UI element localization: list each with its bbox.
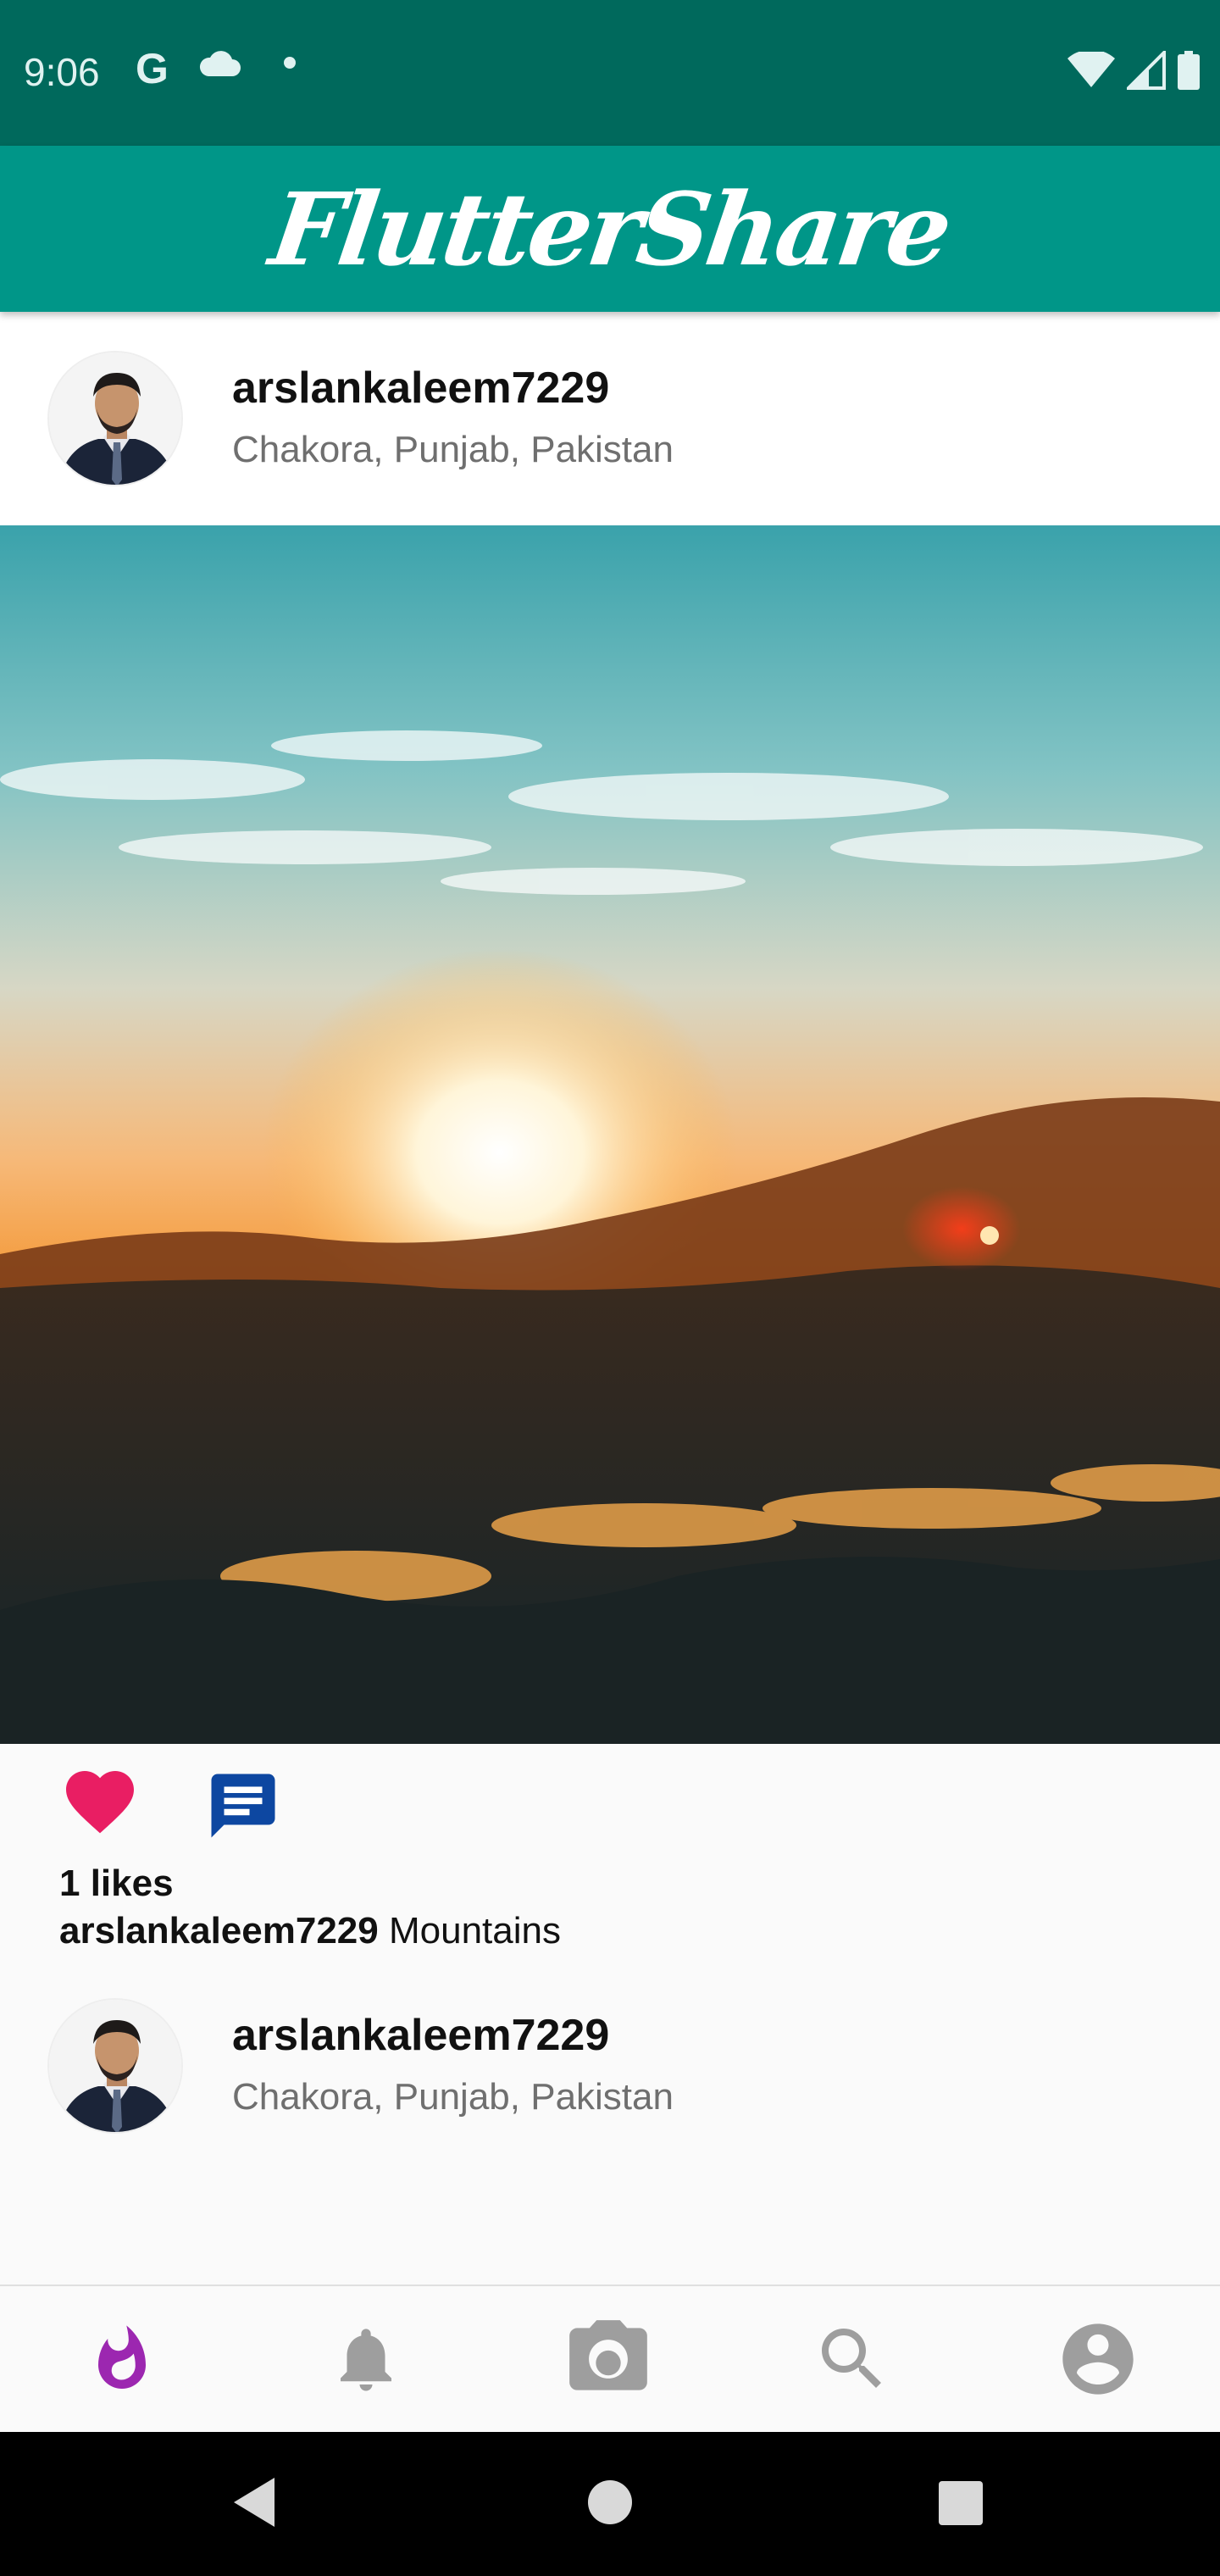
system-navigation-bar (0, 2432, 1220, 2576)
recents-icon[interactable] (937, 2474, 984, 2534)
camera-icon (562, 2312, 655, 2410)
comment-icon[interactable] (205, 1768, 281, 1844)
account-circle-icon (1056, 2317, 1140, 2406)
post-caption: arslankaleem7229 Mountains (59, 1910, 561, 1952)
notification-dot-icon (283, 47, 297, 82)
bottom-nav (0, 2285, 1220, 2432)
favorite-icon[interactable] (59, 1769, 141, 1842)
whatshot-icon (86, 2318, 158, 2404)
likes-count: 1 likes (59, 1863, 174, 1904)
nav-upload[interactable] (566, 2318, 651, 2403)
nav-activity[interactable] (324, 2318, 408, 2403)
status-time: 9:06 (24, 50, 100, 94)
avatar[interactable] (47, 1998, 183, 2134)
app-bar: FlutterShare (0, 146, 1220, 312)
battery-icon (1178, 51, 1200, 94)
post-header[interactable]: arslankaleem7229 Chakora, Punjab, Pakist… (0, 312, 1220, 525)
post-image[interactable] (0, 525, 1220, 1744)
post-location: Chakora, Punjab, Pakistan (232, 429, 674, 470)
cloud-icon (198, 47, 242, 82)
home-icon[interactable] (586, 2474, 634, 2534)
back-icon[interactable] (230, 2474, 278, 2534)
google-icon: G (136, 45, 169, 92)
post-username[interactable]: arslankaleem7229 (232, 2010, 609, 2061)
notifications-icon (328, 2318, 404, 2404)
sunset-over-mountains-photo (0, 525, 1220, 1744)
app-title: FlutterShare (263, 169, 957, 288)
nav-timeline[interactable] (80, 2318, 164, 2403)
nav-search[interactable] (810, 2318, 895, 2403)
post-location: Chakora, Punjab, Pakistan (232, 2076, 674, 2118)
wifi-icon (1068, 49, 1115, 93)
status-bar: 9:06 G (0, 0, 1220, 146)
search-icon (812, 2318, 893, 2404)
caption-text: Mountains (378, 1910, 561, 1951)
avatar[interactable] (47, 351, 183, 486)
nav-profile[interactable] (1056, 2318, 1140, 2403)
post-actions: 1 likes arslankaleem7229 Mountains (0, 1744, 1220, 1959)
post-header[interactable]: arslankaleem7229 Chakora, Punjab, Pakist… (0, 1959, 1220, 2173)
caption-username[interactable]: arslankaleem7229 (59, 1910, 379, 1951)
cell-signal-icon (1124, 48, 1166, 94)
post-username[interactable]: arslankaleem7229 (232, 363, 609, 414)
